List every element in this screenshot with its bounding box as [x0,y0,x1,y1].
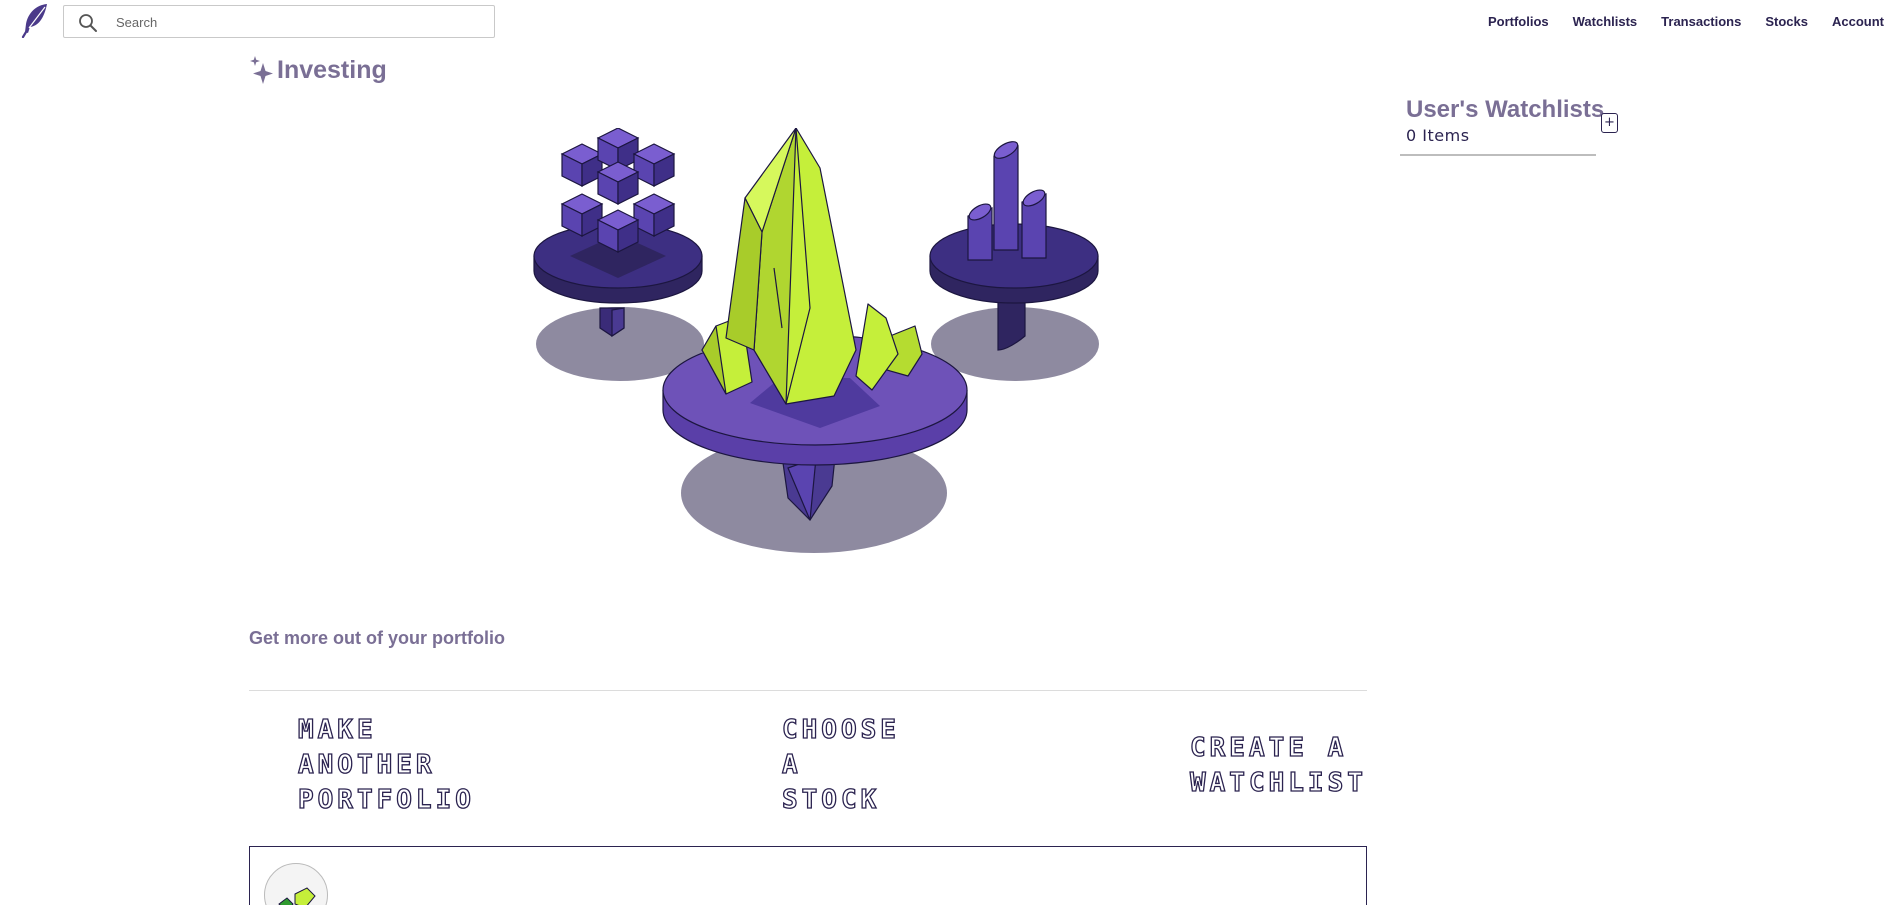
section-title: Get more out of your portfolio [249,628,505,648]
action-line: Portfolio [297,784,475,815]
action-line: Watchlist [1189,767,1367,798]
watchlists-title: User's Watchlists [1406,96,1605,123]
nav-watchlists[interactable]: Watchlists [1573,14,1638,29]
nav-account[interactable]: Account [1832,14,1884,29]
page-heading: Investing [249,55,387,85]
feather-icon[interactable] [20,2,50,38]
nav-portfolios[interactable]: Portfolios [1488,14,1549,29]
watchlists-divider [1400,154,1596,156]
create-a-watchlist-link[interactable]: Create A Watchlist [1189,731,1367,801]
main-nav: Portfolios Watchlists Transactions Stock… [1488,14,1884,29]
action-line: Another [297,749,436,780]
section-divider [249,690,1367,691]
search-bar [63,5,495,38]
page-title: Investing [277,55,387,84]
make-another-portfolio-link[interactable]: Make Another Portfolio [297,713,475,818]
top-navigation-bar: Portfolios Watchlists Transactions Stock… [0,0,1902,44]
action-line: Make [297,714,377,745]
crystal-platforms-illustration [533,128,1099,553]
choose-a-stock-link[interactable]: Choose A Stock [781,713,900,818]
search-icon [79,14,97,32]
add-watchlist-button[interactable]: + [1601,113,1618,133]
watchlists-panel: User's Watchlists 0 Items [1400,96,1605,156]
nav-transactions[interactable]: Transactions [1661,14,1741,29]
action-line: Stock [781,784,881,815]
portfolio-panel [249,846,1367,905]
sparkle-icon [250,56,273,84]
action-line: A [781,749,802,780]
action-line: Choose [781,714,900,745]
search-input[interactable] [116,10,476,34]
portfolio-badge-icon [264,863,328,905]
watchlists-count: 0 Items [1406,126,1470,145]
action-line: Create A [1189,732,1348,763]
nav-stocks[interactable]: Stocks [1765,14,1808,29]
